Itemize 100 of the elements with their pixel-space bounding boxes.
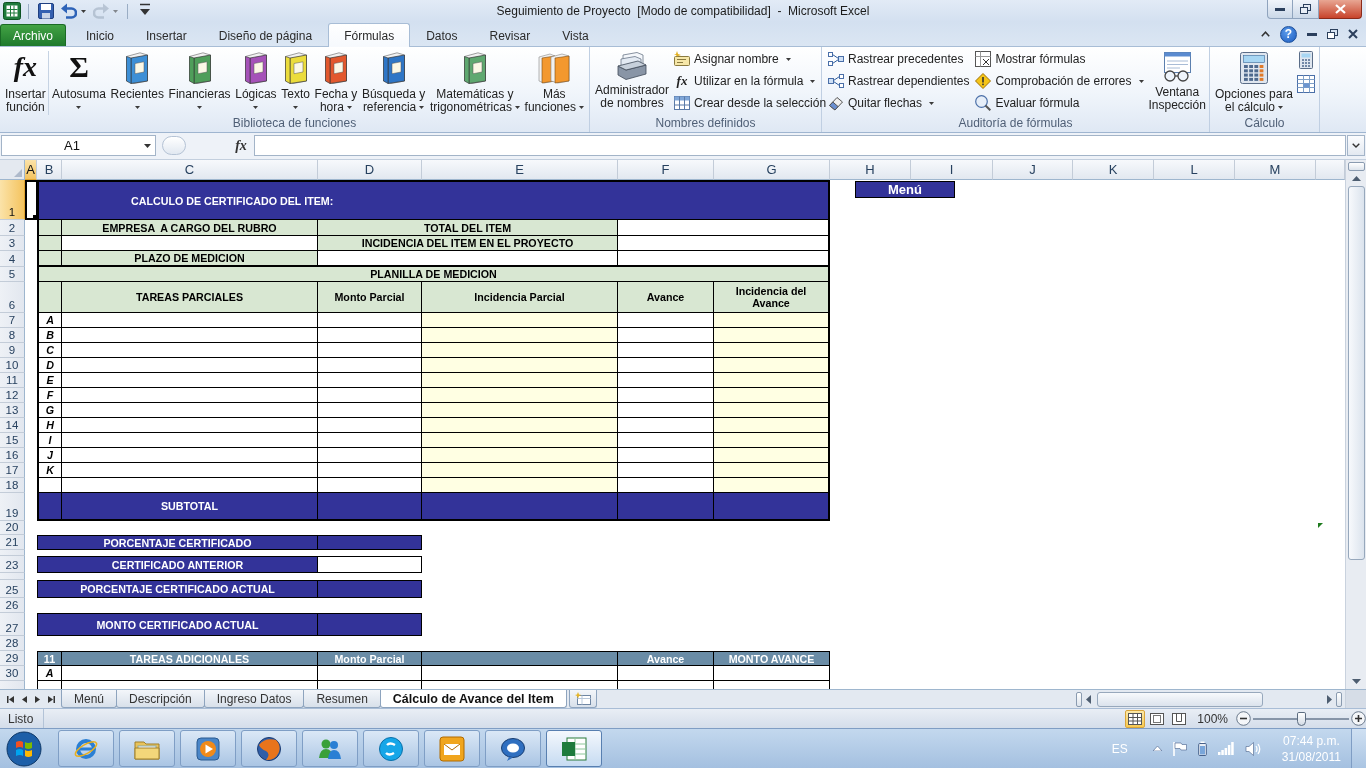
column-header[interactable]: F: [618, 160, 714, 180]
row-header[interactable]: 5: [0, 267, 25, 282]
ribbon-button[interactable]: Mostrar fórmulas: [972, 48, 1147, 70]
row-header[interactable]: 20: [0, 521, 25, 535]
row-header[interactable]: 17: [0, 463, 25, 478]
row-header[interactable]: 15: [0, 433, 25, 448]
ribbon-button[interactable]: Financieras: [166, 47, 233, 109]
file-tab[interactable]: Archivo: [0, 24, 66, 46]
sheet-tab[interactable]: Cálculo de Avance del Item: [379, 690, 567, 708]
column-header[interactable]: E: [422, 160, 618, 180]
ribbon-button[interactable]: Ventana Inspección: [1146, 47, 1208, 112]
zoom-level[interactable]: 100%: [1197, 711, 1228, 726]
scrollbar-thumb[interactable]: [1347, 186, 1365, 560]
ribbon-button[interactable]: Evaluar fórmula: [972, 92, 1147, 114]
column-header[interactable]: L: [1154, 160, 1235, 180]
ribbon-tab[interactable]: Inicio: [70, 24, 131, 46]
minimize-button[interactable]: [1267, 0, 1293, 19]
taskbar-button[interactable]: [363, 730, 419, 767]
taskbar-button[interactable]: [424, 730, 480, 767]
ribbon-button[interactable]: Búsqueda y referencia: [359, 47, 428, 114]
slider-thumb[interactable]: [1297, 711, 1306, 726]
row-header[interactable]: 7: [0, 313, 25, 328]
ribbon-button[interactable]: Texto: [279, 47, 312, 109]
row-header[interactable]: 11: [0, 373, 25, 388]
ribbon-tab[interactable]: Fórmulas: [328, 23, 411, 47]
formula-input[interactable]: [254, 135, 1346, 156]
ribbon-button[interactable]: Más funciones: [522, 47, 586, 114]
row-header[interactable]: 21: [0, 535, 25, 550]
zoom-in-icon[interactable]: [1351, 711, 1366, 726]
first-sheet-icon[interactable]: [7, 695, 14, 703]
row-header[interactable]: 14: [0, 418, 25, 433]
taskbar-button[interactable]: [180, 730, 236, 767]
ribbon-button[interactable]: fx Insertar función: [3, 47, 48, 114]
ribbon-button[interactable]: Administrador de nombres: [593, 47, 672, 110]
row-header[interactable]: 29: [0, 651, 25, 666]
ribbon-tab[interactable]: Insertar: [130, 24, 203, 46]
splitter-handle[interactable]: [162, 136, 186, 155]
taskbar-button[interactable]: [546, 730, 602, 767]
next-sheet-icon[interactable]: [35, 695, 40, 703]
view-button[interactable]: [1125, 709, 1146, 728]
ribbon-tab[interactable]: Datos: [410, 24, 474, 46]
scrollbar-thumb[interactable]: [1097, 691, 1263, 707]
sheet-tab[interactable]: Resumen: [303, 690, 381, 708]
insert-function-button[interactable]: fx: [230, 135, 252, 156]
row-header[interactable]: 8: [0, 328, 25, 343]
undo-button[interactable]: [59, 1, 88, 21]
caret-up-icon[interactable]: [1152, 746, 1162, 751]
column-header[interactable]: C: [62, 160, 318, 180]
column-header[interactable]: K: [1073, 160, 1154, 180]
row-header[interactable]: 28: [0, 636, 25, 651]
ribbon-button[interactable]: Σ Autosuma: [49, 47, 108, 109]
column-header[interactable]: A: [25, 160, 37, 180]
battery-icon[interactable]: [1197, 741, 1207, 756]
row-header[interactable]: 9: [0, 343, 25, 358]
scroll-up-arrow-icon[interactable]: [1351, 176, 1361, 181]
ribbon-button[interactable]: [1295, 72, 1318, 96]
scroll-right-arrow-icon[interactable]: [1327, 694, 1332, 704]
flag-icon[interactable]: [1172, 741, 1187, 756]
taskbar-button[interactable]: [302, 730, 358, 767]
scroll-left-arrow-icon[interactable]: [1086, 694, 1091, 704]
restore-icon[interactable]: [1327, 29, 1338, 39]
row-header[interactable]: 2: [0, 220, 25, 236]
ribbon-button[interactable]: Lógicas: [233, 47, 279, 109]
row-header[interactable]: 3: [0, 236, 25, 251]
split-box[interactable]: [1076, 691, 1082, 707]
row-header[interactable]: 16: [0, 448, 25, 463]
last-sheet-icon[interactable]: [48, 695, 55, 703]
menu-button[interactable]: Menú: [855, 181, 955, 198]
ribbon-button[interactable]: Recientes: [108, 47, 166, 109]
close-button[interactable]: [1319, 0, 1362, 19]
column-header[interactable]: B: [37, 160, 62, 180]
taskbar-button[interactable]: [58, 730, 114, 767]
taskbar-button[interactable]: [485, 730, 541, 767]
ribbon-button[interactable]: Matemáticas y trigonométricas: [427, 47, 522, 114]
cell-cursor[interactable]: [25, 180, 37, 220]
zoom-slider[interactable]: [1253, 710, 1349, 727]
scroll-down-arrow-icon[interactable]: [1351, 679, 1361, 684]
split-box[interactable]: [1336, 691, 1342, 707]
row-header[interactable]: 19: [0, 493, 25, 521]
row-header[interactable]: 30: [0, 666, 25, 681]
speaker-icon[interactable]: [1244, 741, 1261, 756]
sheet-tab[interactable]: Ingreso Datos: [203, 690, 305, 708]
ribbon-tab[interactable]: Diseño de página: [202, 24, 329, 46]
row-header[interactable]: 27: [0, 613, 25, 636]
row-header[interactable]: 10: [0, 358, 25, 373]
ribbon-button[interactable]: Fecha y hora: [312, 47, 360, 114]
chevron-up-icon[interactable]: [1261, 31, 1270, 37]
row-header[interactable]: 6: [0, 282, 25, 313]
expand-formula-button[interactable]: [1347, 135, 1365, 156]
new-sheet-button[interactable]: [568, 690, 597, 708]
zoom-out-icon[interactable]: [1236, 711, 1251, 726]
save-button[interactable]: [36, 1, 56, 21]
row-header[interactable]: 1: [0, 180, 25, 220]
row-header[interactable]: 4: [0, 251, 25, 267]
previous-sheet-icon[interactable]: [22, 695, 27, 703]
row-header[interactable]: 18: [0, 478, 25, 493]
ribbon-button[interactable]: Comprobación de errores: [972, 70, 1147, 92]
split-box[interactable]: [1347, 162, 1365, 171]
column-header[interactable]: M: [1235, 160, 1316, 180]
column-header[interactable]: J: [993, 160, 1073, 180]
